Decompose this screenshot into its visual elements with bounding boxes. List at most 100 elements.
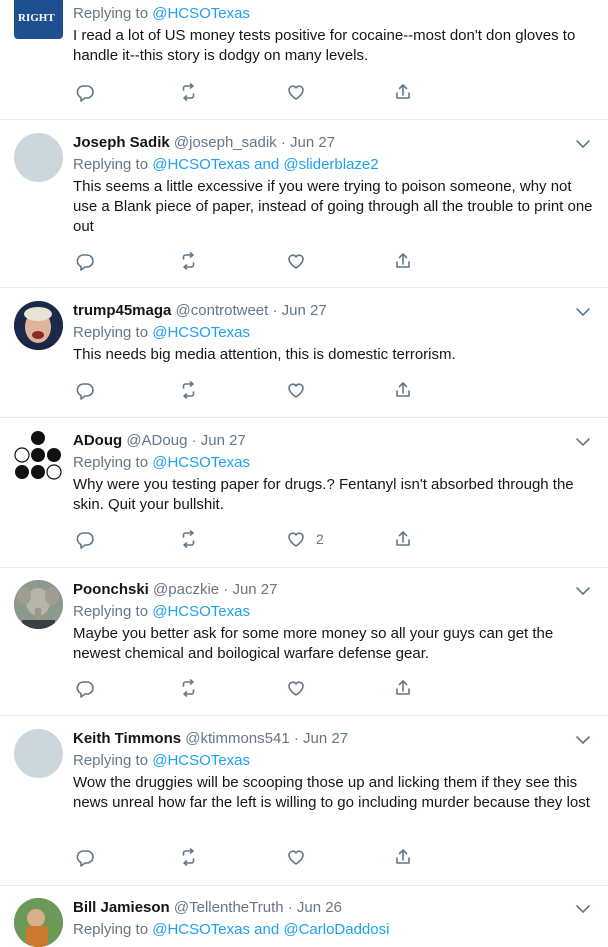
avatar[interactable] [14,580,63,629]
tweet-actions [73,82,433,102]
share-button[interactable] [393,251,413,271]
like-icon [288,850,304,865]
tweet-card[interactable]: ADoug @ADoug · Jun 27 Replying to @HCSOT… [0,418,608,568]
display-name[interactable]: Keith Timmons [73,730,181,747]
handle-and-date[interactable]: @paczkie · Jun 27 [153,581,277,598]
tweet-text: Maybe you better ask for some more money… [73,625,554,662]
handle-and-date[interactable]: @controtweet · Jun 27 [176,302,327,319]
avatar[interactable]: RIGHT [14,0,63,39]
tweet-card[interactable]: RIGHT Replying to @HCSOTexas I read a lo… [0,0,608,120]
avatar-logo-text: RIGHT [18,12,55,24]
reply-button[interactable] [75,380,95,400]
retweet-button[interactable] [178,82,198,102]
display-name[interactable]: ADoug [73,432,122,449]
like-button[interactable] [286,847,306,867]
tweet-text: Wow the druggies will be scooping those … [73,774,590,811]
tweet-text: This needs big media attention, this is … [73,346,456,363]
like-icon [288,383,304,398]
reply-icon [76,85,94,102]
reply-button[interactable] [75,529,95,549]
like-icon [288,532,304,547]
tweet-actions [73,678,433,698]
avatar[interactable] [14,301,63,350]
like-button[interactable] [286,251,306,271]
tweet-text: I read a lot of US money tests positive … [73,27,576,64]
avatar[interactable] [14,898,63,947]
reply-handle-link[interactable]: @sliderblaze2 [283,156,378,173]
retweet-button[interactable] [178,678,198,698]
tweet-actions [73,251,433,271]
share-button[interactable] [393,847,413,867]
tweet-header: ADoug @ADoug · Jun 27 [73,431,246,451]
chevron-down-icon[interactable] [574,433,592,451]
like-icon [288,85,304,100]
chevron-down-icon[interactable] [574,582,592,600]
tweet-card[interactable]: Keith Timmons @ktimmons541 · Jun 27 Repl… [0,716,608,886]
chevron-down-icon[interactable] [574,731,592,749]
share-button[interactable] [393,82,413,102]
reply-button[interactable] [75,251,95,271]
reply-icon [76,383,94,400]
retweet-button[interactable] [178,251,198,271]
share-icon [396,84,410,99]
retweet-button[interactable] [178,847,198,867]
tweet-header: Keith Timmons @ktimmons541 · Jun 27 [73,729,348,749]
share-icon [396,253,410,268]
share-button[interactable] [393,380,413,400]
reply-handle-link[interactable]: @HCSOTexas [152,454,250,471]
avatar[interactable] [14,431,63,480]
tweet-text: Why were you testing paper for drugs.? F… [73,476,574,513]
display-name[interactable]: Poonchski [73,581,149,598]
tweet-header: Bill Jamieson @TellentheTruth · Jun 26 [73,898,342,918]
retweet-button[interactable] [178,529,198,549]
reply-handle-link[interactable]: @HCSOTexas [152,603,250,620]
like-button[interactable] [286,678,306,698]
chevron-down-icon[interactable] [574,135,592,153]
reply-handle-link[interactable]: @HCSOTexas [152,156,250,173]
avatar-pattern [14,431,62,480]
retweet-button[interactable] [178,380,198,400]
display-name[interactable]: trump45maga [73,302,171,319]
tweet-card[interactable]: Bill Jamieson @TellentheTruth · Jun 26 R… [0,886,608,947]
handle-and-date[interactable]: @TellentheTruth · Jun 26 [174,899,342,916]
reply-handle-link[interactable]: @HCSOTexas [152,324,250,341]
reply-button[interactable] [75,678,95,698]
share-button[interactable] [393,678,413,698]
share-icon [396,382,410,397]
reply-icon [76,254,94,271]
tweet-actions [73,380,433,400]
display-name[interactable]: Bill Jamieson [73,899,170,916]
tweet-actions: 2 [73,529,433,549]
handle-and-date[interactable]: @ADoug · Jun 27 [126,432,245,449]
reply-handle-link[interactable]: @HCSOTexas [152,752,250,769]
handle-and-date[interactable]: @joseph_sadik · Jun 27 [174,134,335,151]
reply-icon [76,681,94,698]
avatar-photo [14,580,63,629]
chevron-down-icon[interactable] [574,900,592,918]
like-button[interactable] [286,380,306,400]
handle-and-date[interactable]: @ktimmons541 · Jun 27 [185,730,348,747]
reply-handle-link[interactable]: @HCSOTexas [152,5,250,22]
retweet-icon [182,252,195,270]
tweet-card[interactable]: trump45maga @controtweet · Jun 27 Replyi… [0,288,608,418]
replying-to: Replying to @HCSOTexas [73,5,250,22]
like-count: 2 [316,531,324,547]
retweet-icon [182,381,195,399]
avatar[interactable] [14,729,63,778]
replying-to: Replying to @HCSOTexas [73,603,250,620]
share-button[interactable] [393,529,413,549]
avatar[interactable] [14,133,63,182]
tweet-card[interactable]: Joseph Sadik @joseph_sadik · Jun 27 Repl… [0,120,608,288]
replying-to: Replying to @HCSOTexas and @CarloDaddosi [73,921,390,938]
like-button[interactable]: 2 [286,529,324,549]
reply-button[interactable] [75,847,95,867]
reply-button[interactable] [75,82,95,102]
share-icon [396,531,410,546]
reply-icon [76,850,94,867]
tweet-card[interactable]: Poonchski @paczkie · Jun 27 Replying to … [0,568,608,716]
chevron-down-icon[interactable] [574,303,592,321]
like-icon [288,681,304,696]
display-name[interactable]: Joseph Sadik [73,134,170,151]
tweet-header: trump45maga @controtweet · Jun 27 [73,301,327,321]
like-button[interactable] [286,82,306,102]
